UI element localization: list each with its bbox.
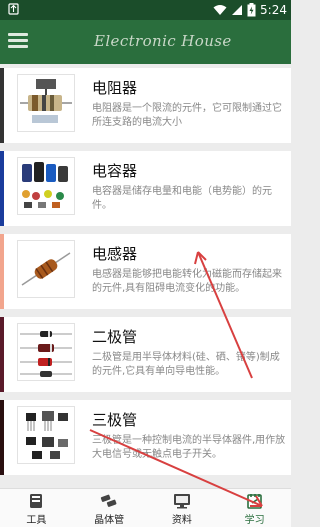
list-item-inductor[interactable]: 电感器 电感器是能够把电能转化为磁能而存储起来的元件,具有阻碍电流变化的功能。	[0, 234, 291, 309]
app-bar: Electronic House	[0, 20, 291, 64]
notification-icon	[8, 3, 19, 15]
signal-icon	[232, 5, 243, 15]
list-item-capacitor[interactable]: 电容器 电容器是储存电量和电能（电势能）的元件。	[0, 151, 291, 226]
bottom-tab-bar: 工具 晶体管 资料 学习	[0, 488, 291, 527]
battery-icon	[247, 3, 256, 17]
capacitor-image	[17, 157, 75, 215]
transistor-image	[17, 406, 75, 464]
notepad-icon	[246, 494, 262, 509]
item-title: 电阻器	[92, 79, 138, 97]
resistor-image	[17, 74, 75, 132]
transistor-icon	[100, 494, 117, 507]
component-list: 电阻器 电阻器是一个限流的元件，它可限制通过它所连支路的电流大小 电容器 电容器…	[0, 68, 291, 488]
tab-tools[interactable]: 工具	[0, 489, 73, 527]
item-description: 三极管是一种控制电流的半导体器件,用作放大电信号或无触点电子开关。	[92, 435, 286, 460]
list-item-transistor[interactable]: 三极管 三极管是一种控制电流的半导体器件,用作放大电信号或无触点电子开关。	[0, 400, 291, 475]
tab-learning[interactable]: 学习	[218, 489, 291, 527]
tab-label: 资料	[171, 515, 192, 526]
item-description: 电感器是能够把电能转化为磁能而存储起来的元件,具有阻碍电流变化的功能。	[92, 269, 282, 294]
menu-icon[interactable]	[8, 33, 28, 49]
list-item-diode[interactable]: 二极管 二极管是用半导体材料(硅、硒、锗等)制成的元件,它具有单向导电性能。	[0, 317, 291, 392]
app-title: Electronic House	[94, 32, 232, 50]
status-bar: 5:24	[0, 0, 291, 20]
item-title: 电感器	[92, 245, 138, 263]
inductor-image	[17, 240, 75, 298]
list-item-resistor[interactable]: 电阻器 电阻器是一个限流的元件，它可限制通过它所连支路的电流大小	[0, 68, 291, 143]
item-description: 二极管是用半导体材料(硅、硒、锗等)制成的元件,它具有单向导电性能。	[92, 352, 280, 377]
tab-label: 工具	[26, 515, 47, 526]
toolbox-icon	[30, 494, 43, 508]
item-description: 电容器是储存电量和电能（电势能）的元件。	[92, 186, 272, 211]
wifi-icon	[213, 5, 227, 15]
item-title: 三极管	[92, 411, 138, 429]
item-title: 二极管	[92, 328, 138, 346]
tab-label: 学习	[244, 515, 265, 526]
item-description: 电阻器是一个限流的元件，它可限制通过它所连支路的电流大小	[92, 103, 282, 128]
tab-resources[interactable]: 资料	[146, 489, 219, 527]
tab-transistor[interactable]: 晶体管	[73, 489, 146, 527]
monitor-icon	[173, 494, 190, 509]
diode-image	[17, 323, 75, 381]
status-time: 5:24	[260, 3, 287, 17]
item-title: 电容器	[92, 162, 138, 180]
tab-label: 晶体管	[94, 515, 125, 526]
